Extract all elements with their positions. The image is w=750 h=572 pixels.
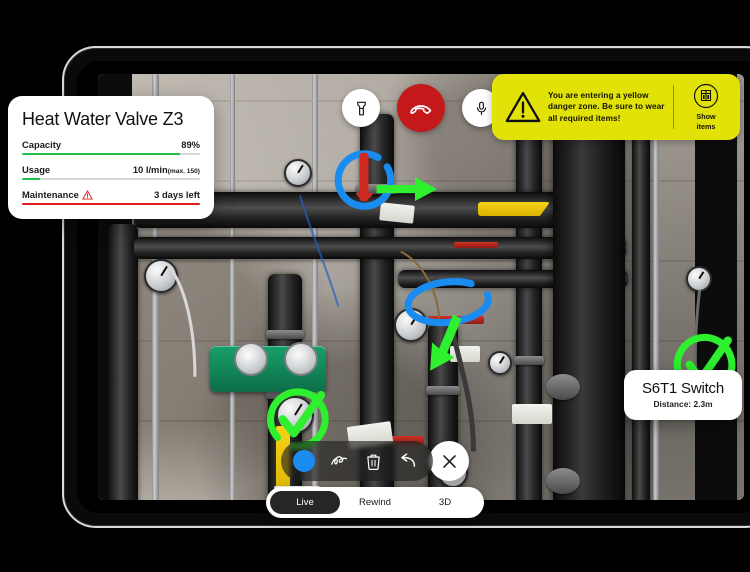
scene-flange bbox=[266, 330, 304, 339]
scene-flange bbox=[514, 356, 544, 365]
scene-rail bbox=[312, 74, 318, 500]
danger-zone-text: You are entering a yellow danger zone. B… bbox=[548, 90, 665, 123]
color-swatch-button[interactable] bbox=[293, 450, 315, 472]
banner-divider bbox=[673, 85, 674, 129]
show-items-label-line2: items bbox=[696, 122, 716, 131]
scene-valve-wheel bbox=[284, 342, 318, 376]
safety-vest-icon bbox=[693, 83, 719, 109]
mode-tab-rewind[interactable]: Rewind bbox=[340, 491, 410, 514]
metric-label: Capacity bbox=[22, 139, 62, 150]
annotation-tool-pill bbox=[281, 441, 433, 481]
scribble-icon bbox=[330, 456, 347, 465]
undo-icon bbox=[400, 453, 415, 467]
scene-red-label bbox=[428, 316, 484, 324]
delete-button[interactable] bbox=[363, 451, 383, 471]
mode-switch: Live Rewind 3D bbox=[266, 487, 484, 518]
scene-gauge bbox=[284, 159, 312, 187]
scene-gauge bbox=[488, 351, 512, 375]
scene-flange bbox=[356, 184, 398, 194]
metric-bar bbox=[22, 203, 200, 205]
scene-yellow-marker bbox=[478, 202, 550, 216]
metric-usage: Usage 10 l/min(max. 150) bbox=[22, 164, 200, 180]
scribble-tool-button[interactable] bbox=[329, 451, 349, 471]
scene-red-label bbox=[454, 242, 498, 248]
scene-rail bbox=[230, 74, 235, 500]
end-call-button[interactable] bbox=[397, 84, 445, 132]
call-controls bbox=[342, 84, 500, 132]
hang-up-icon bbox=[410, 105, 432, 114]
metric-capacity: Capacity 89% bbox=[22, 139, 200, 155]
mode-tab-3d[interactable]: 3D bbox=[410, 491, 480, 514]
poi-title: S6T1 Switch bbox=[642, 380, 724, 397]
danger-zone-banner[interactable]: You are entering a yellow danger zone. B… bbox=[492, 74, 740, 140]
scene-tag bbox=[512, 404, 552, 424]
maintenance-warning-icon bbox=[82, 189, 93, 200]
scene-pipe bbox=[108, 224, 138, 500]
trash-icon bbox=[366, 454, 380, 470]
annotation-toolbar bbox=[281, 441, 469, 481]
undo-button[interactable] bbox=[397, 451, 417, 471]
warning-triangle-icon bbox=[505, 91, 541, 123]
scene-valve-wheel bbox=[234, 342, 268, 376]
screenshot-root: You are entering a yellow danger zone. B… bbox=[0, 0, 750, 572]
show-items-label-line1: Show bbox=[696, 112, 716, 121]
poi-distance: Distance: 2.3m bbox=[653, 399, 713, 409]
close-icon bbox=[442, 454, 456, 468]
poi-info-card[interactable]: S6T1 Switch Distance: 2.3m bbox=[624, 370, 742, 420]
close-annotation-button[interactable] bbox=[429, 441, 469, 481]
flashlight-button[interactable] bbox=[342, 89, 380, 127]
show-items-button[interactable]: Show items bbox=[682, 83, 730, 131]
metric-value: 10 l/min bbox=[132, 164, 168, 175]
scene-flange bbox=[426, 386, 460, 395]
scene-gauge bbox=[394, 308, 428, 342]
metric-bar bbox=[22, 178, 200, 180]
scene-gauge bbox=[686, 266, 712, 292]
metric-label: Usage bbox=[22, 164, 51, 175]
microphone-icon bbox=[476, 101, 486, 115]
scene-flange bbox=[546, 468, 580, 494]
scene-tag bbox=[450, 346, 480, 362]
metric-label: Maintenance bbox=[22, 189, 79, 200]
mode-tab-live[interactable]: Live bbox=[270, 491, 340, 514]
metric-bar bbox=[22, 153, 200, 155]
metric-value: 3 days left bbox=[154, 189, 200, 200]
scene-flange bbox=[546, 374, 580, 400]
asset-info-card[interactable]: Heat Water Valve Z3 Capacity 89% Usage 1… bbox=[8, 96, 214, 219]
flashlight-icon bbox=[356, 101, 366, 115]
metric-value: 89% bbox=[181, 139, 200, 150]
scene-gauge bbox=[144, 259, 178, 293]
asset-title: Heat Water Valve Z3 bbox=[22, 109, 184, 129]
scene-tag bbox=[379, 202, 415, 224]
metric-maintenance: Maintenance 3 days left bbox=[22, 189, 200, 205]
metric-value-sub: (max. 150) bbox=[167, 168, 200, 175]
